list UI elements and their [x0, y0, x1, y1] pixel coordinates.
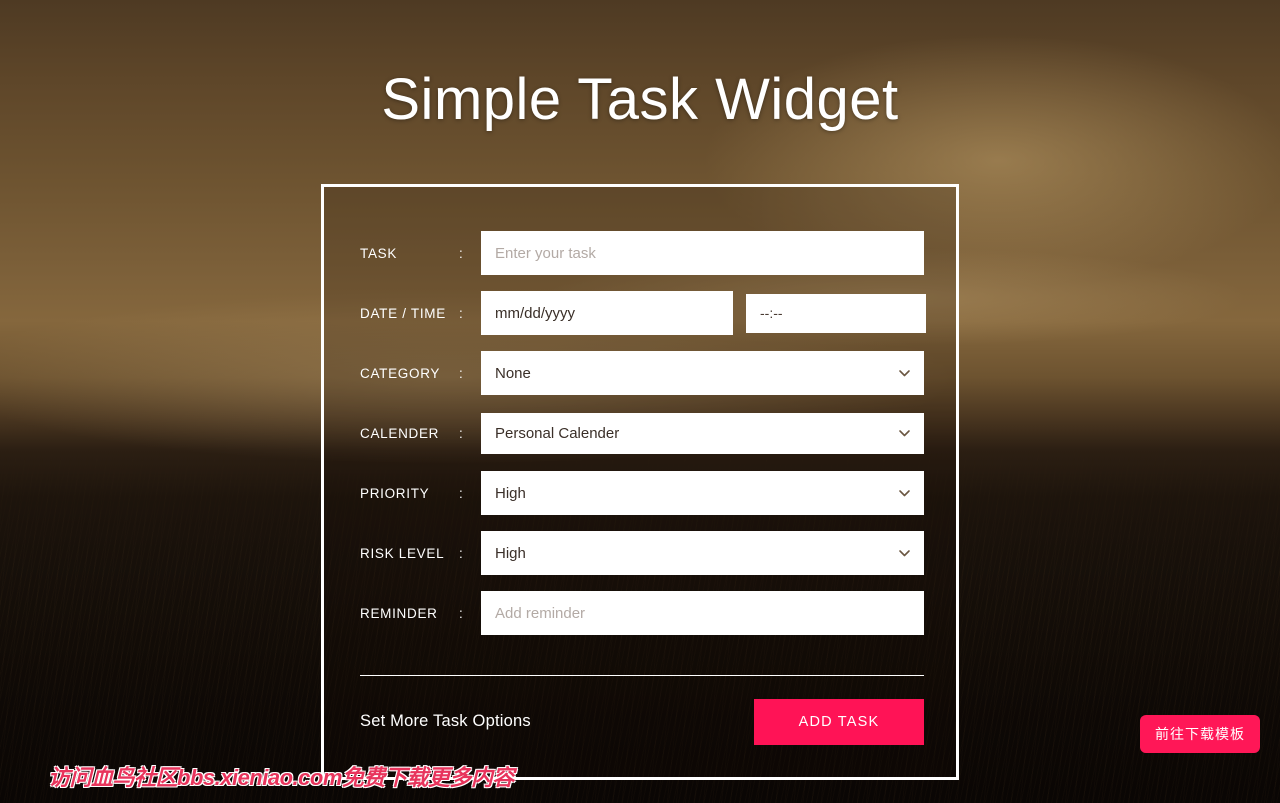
- widget-footer: Set More Task Options ADD TASK: [360, 699, 924, 745]
- download-template-button[interactable]: 前往下载模板: [1140, 715, 1260, 753]
- colon-risk-level: :: [459, 545, 463, 561]
- form-row-category: CATEGORY : None: [360, 351, 924, 395]
- set-more-task-options-link[interactable]: Set More Task Options: [360, 712, 531, 731]
- calender-select-value: Personal Calender: [495, 424, 620, 442]
- page-title: Simple Task Widget: [381, 67, 899, 132]
- form-row-priority: PRIORITY : High: [360, 471, 924, 515]
- calender-select[interactable]: Personal Calender: [481, 412, 924, 454]
- label-priority: PRIORITY: [360, 485, 430, 501]
- label-date-time: DATE / TIME: [360, 305, 446, 321]
- chevron-down-icon: [898, 367, 911, 380]
- label-reminder: REMINDER: [360, 605, 438, 621]
- form-divider: [360, 675, 924, 676]
- colon-category: :: [459, 365, 463, 381]
- form-row-reminder: REMINDER : Add reminder: [360, 591, 924, 635]
- colon-calender: :: [459, 425, 463, 441]
- label-calender: CALENDER: [360, 425, 440, 441]
- label-category: CATEGORY: [360, 365, 441, 381]
- form-row-task: TASK : Enter your task: [360, 231, 924, 275]
- colon-task: :: [459, 245, 463, 261]
- label-task: TASK: [360, 245, 398, 261]
- chevron-down-icon: [898, 427, 911, 440]
- colon-reminder: :: [459, 605, 463, 621]
- category-select[interactable]: None: [481, 351, 924, 395]
- watermark-text: 访问血鸟社区bbs.xieniao.com免费下载更多内容: [48, 765, 514, 790]
- task-input[interactable]: Enter your task: [481, 231, 924, 275]
- form-row-date-time: DATE / TIME : mm/dd/yyyy --:--: [360, 291, 926, 335]
- colon-date-time: :: [459, 305, 463, 321]
- time-input[interactable]: --:--: [746, 293, 926, 333]
- priority-select-value: High: [495, 484, 526, 502]
- label-risk-level: RISK LEVEL: [360, 545, 445, 561]
- chevron-down-icon: [898, 487, 911, 500]
- task-widget-card: TASK : Enter your task DATE / TIME : mm/…: [321, 184, 959, 780]
- add-task-button[interactable]: ADD TASK: [754, 699, 924, 745]
- date-input[interactable]: mm/dd/yyyy: [481, 291, 733, 335]
- form-row-risk-level: RISK LEVEL : High: [360, 531, 924, 575]
- chevron-down-icon: [898, 547, 911, 560]
- risk-level-select[interactable]: High: [481, 531, 924, 575]
- form-row-calender: CALENDER : Personal Calender: [360, 412, 924, 454]
- category-select-value: None: [495, 364, 531, 382]
- priority-select[interactable]: High: [481, 471, 924, 515]
- reminder-input[interactable]: Add reminder: [481, 591, 924, 635]
- colon-priority: :: [459, 485, 463, 501]
- risk-level-select-value: High: [495, 544, 526, 562]
